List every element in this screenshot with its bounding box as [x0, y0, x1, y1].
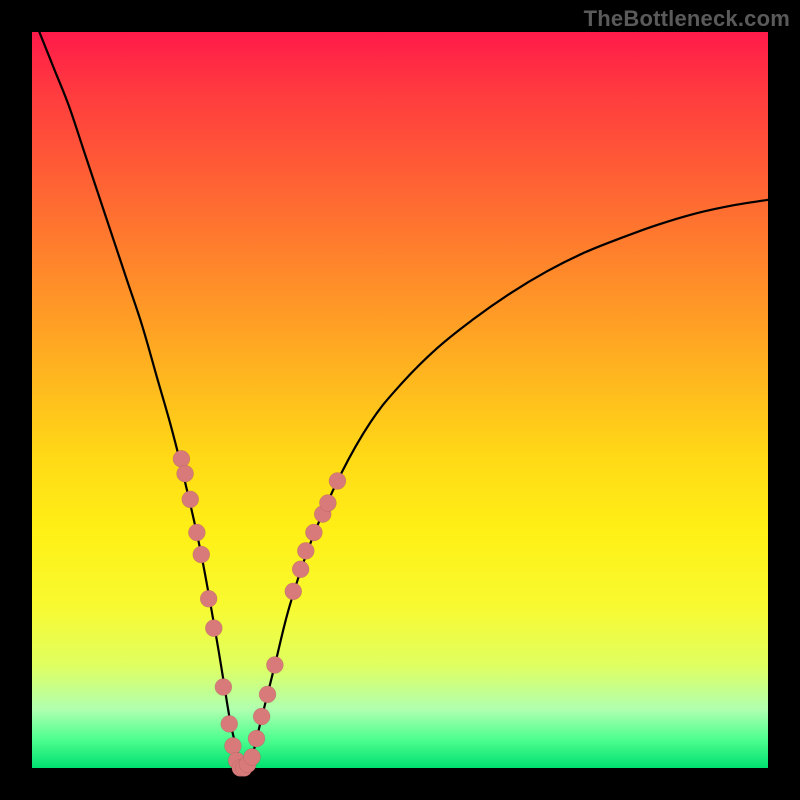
- curve-marker: [259, 686, 276, 703]
- curve-marker: [182, 491, 199, 508]
- curve-layer: [32, 32, 768, 768]
- watermark-text: TheBottleneck.com: [584, 6, 790, 32]
- curve-marker: [305, 524, 322, 541]
- curve-marker: [205, 620, 222, 637]
- curve-marker: [266, 656, 283, 673]
- curve-marker: [297, 542, 314, 559]
- curve-marker: [253, 708, 270, 725]
- curve-marker: [177, 465, 194, 482]
- chart-frame: TheBottleneck.com: [0, 0, 800, 800]
- curve-marker: [248, 730, 265, 747]
- curve-marker: [292, 561, 309, 578]
- curve-marker: [200, 590, 217, 607]
- curve-marker: [285, 583, 302, 600]
- curve-marker: [319, 495, 336, 512]
- curve-marker: [329, 472, 346, 489]
- curve-marker: [244, 748, 261, 765]
- curve-marker: [193, 546, 210, 563]
- bottleneck-curve: [39, 32, 768, 768]
- curve-marker: [173, 450, 190, 467]
- curve-marker: [221, 715, 238, 732]
- plot-area: [32, 32, 768, 768]
- curve-marker: [215, 679, 232, 696]
- curve-marker: [224, 737, 241, 754]
- curve-marker: [188, 524, 205, 541]
